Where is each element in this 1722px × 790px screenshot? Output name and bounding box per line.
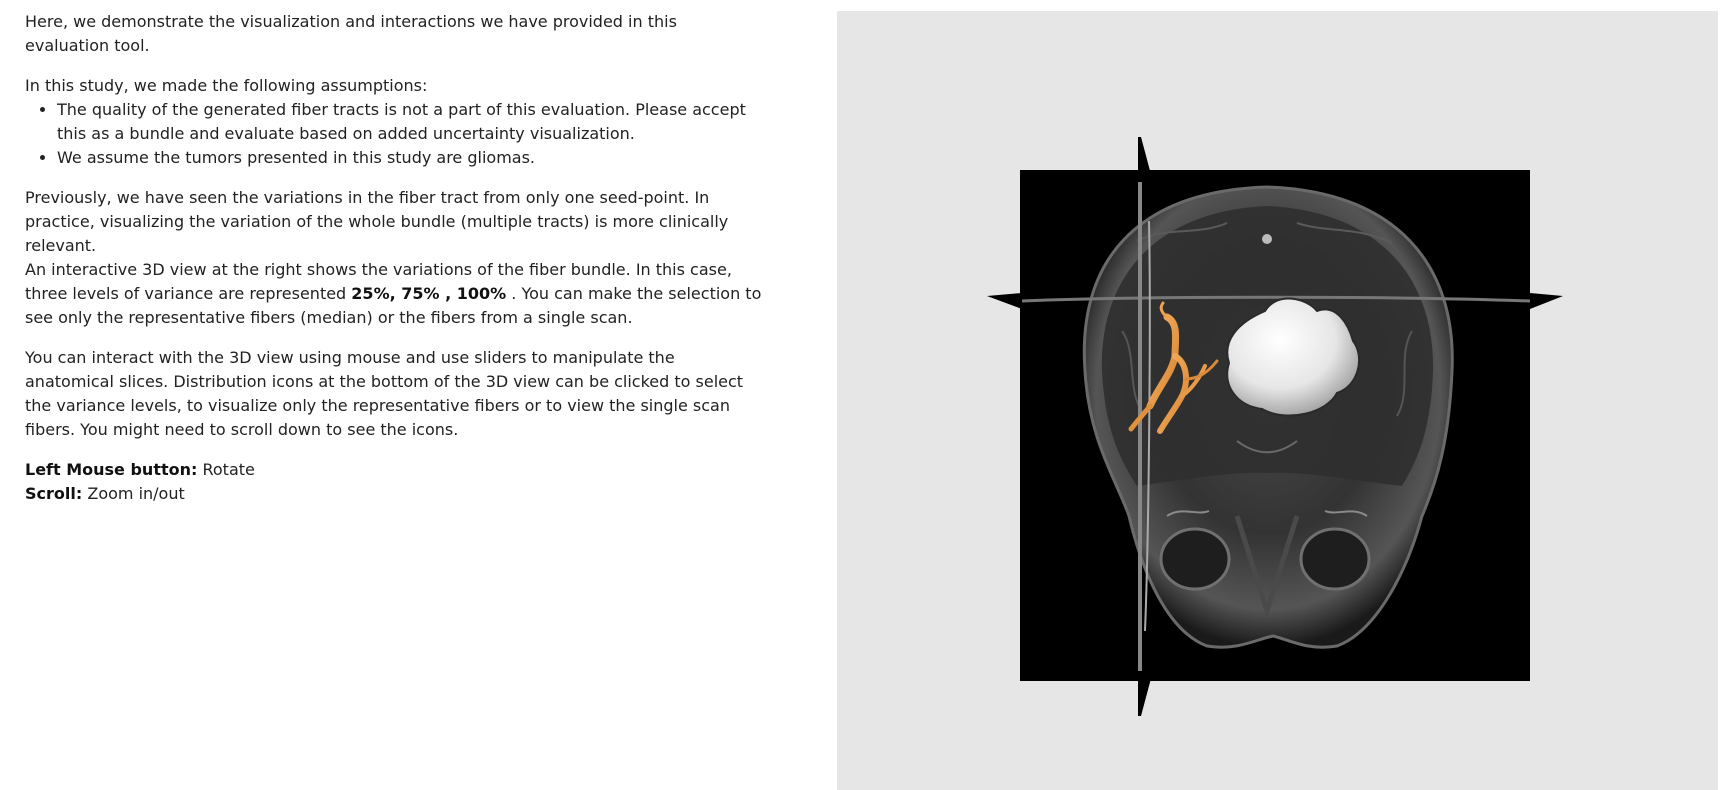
axial-slice-left[interactable] [987, 293, 1022, 309]
sagittal-slice-bottom[interactable] [1138, 671, 1153, 716]
control-action-rotate: Rotate [197, 460, 255, 479]
assumptions-list: The quality of the generated fiber tract… [25, 98, 765, 170]
instructions-panel: Here, we demonstrate the visualization a… [25, 10, 765, 506]
bundle-text-line1: Previously, we have seen the variations … [25, 188, 729, 255]
assumption-item: The quality of the generated fiber tract… [57, 98, 765, 146]
control-key-zoom: Scroll: [25, 484, 83, 503]
assumption-item: We assume the tumors presented in this s… [57, 146, 765, 170]
controls-legend: Left Mouse button: Rotate Scroll: Zoom i… [25, 458, 765, 506]
control-key-rotate: Left Mouse button: [25, 460, 198, 479]
3d-viewer[interactable] [837, 11, 1718, 790]
control-action-zoom: Zoom in/out [82, 484, 185, 503]
variance-levels: 25%, 75% , 100% [351, 284, 507, 303]
3d-scene[interactable] [837, 11, 1718, 790]
assumptions-heading: In this study, we made the following ass… [25, 76, 428, 95]
sagittal-slice-top[interactable] [1138, 137, 1153, 182]
interaction-description: You can interact with the 3D view using … [25, 348, 744, 439]
bundle-description: Previously, we have seen the variations … [25, 186, 765, 330]
intro-text: Here, we demonstrate the visualization a… [25, 12, 677, 55]
axial-slice-right[interactable] [1530, 293, 1563, 309]
